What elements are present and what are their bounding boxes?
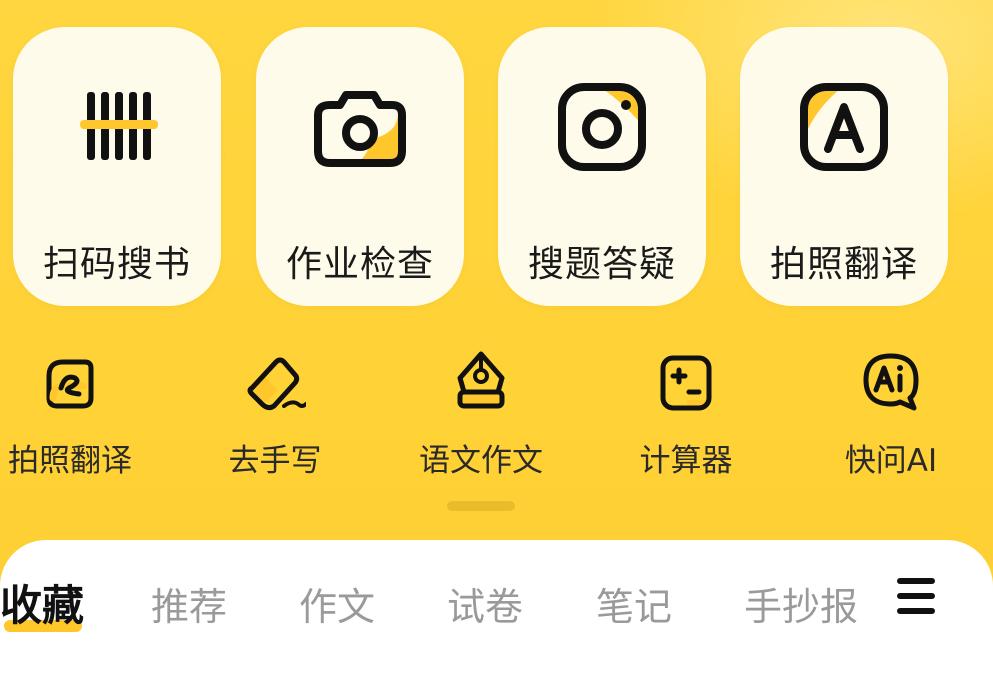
tool-remove-handwriting[interactable]: 去手写	[180, 348, 370, 479]
menu-icon[interactable]	[897, 578, 939, 618]
tab-notes[interactable]: 笔记	[596, 576, 672, 631]
tab-essay[interactable]: 作文	[299, 576, 375, 631]
tool-photo-translate[interactable]: 拍照翻译	[0, 348, 165, 479]
tool-label: 去手写	[228, 443, 322, 479]
tab-recommend[interactable]: 推荐	[151, 576, 227, 631]
feature-cards: 扫码搜书 作业检查 搜题答疑 拍照翻译	[0, 0, 993, 320]
feature-card-label: 扫码搜书	[42, 244, 191, 285]
camera-icon	[314, 91, 406, 167]
tool-quick-ask-ai[interactable]: 快问AI	[796, 348, 986, 479]
lens-camera-icon	[558, 83, 646, 171]
calculator-icon	[660, 355, 712, 411]
translate-a-icon	[800, 83, 888, 171]
feature-card-label: 作业检查	[285, 244, 434, 285]
eraser-icon	[247, 357, 306, 411]
page-indicator	[447, 501, 515, 511]
tab-favorites[interactable]: 收藏	[0, 572, 84, 633]
tool-calculator[interactable]: 计算器	[591, 348, 781, 479]
content-tab-bar: 收藏 推荐 作文 试卷 笔记 手抄报	[0, 540, 993, 680]
tab-handwritten-newspaper[interactable]: 手抄报	[744, 576, 858, 631]
feature-card-homework-check[interactable]: 作业检查	[256, 27, 464, 306]
tool-chinese-essay[interactable]: 语文作文	[386, 348, 576, 479]
ai-chat-icon	[863, 353, 919, 411]
photo-translate-icon	[46, 359, 94, 409]
barcode-scan-icon	[80, 92, 158, 160]
feature-card-scan-book[interactable]: 扫码搜书	[13, 27, 221, 306]
tool-label: 语文作文	[419, 443, 543, 479]
tool-label: 拍照翻译	[8, 443, 132, 479]
feature-card-label: 搜题答疑	[527, 244, 676, 285]
feature-card-label: 拍照翻译	[769, 244, 918, 285]
tab-exam-paper[interactable]: 试卷	[447, 576, 523, 631]
tool-label: 快问AI	[844, 443, 938, 479]
feature-card-search-question[interactable]: 搜题答疑	[498, 27, 706, 306]
feature-card-photo-translate[interactable]: 拍照翻译	[740, 27, 948, 306]
pen-nib-icon	[457, 351, 505, 409]
tool-label: 计算器	[639, 443, 733, 479]
